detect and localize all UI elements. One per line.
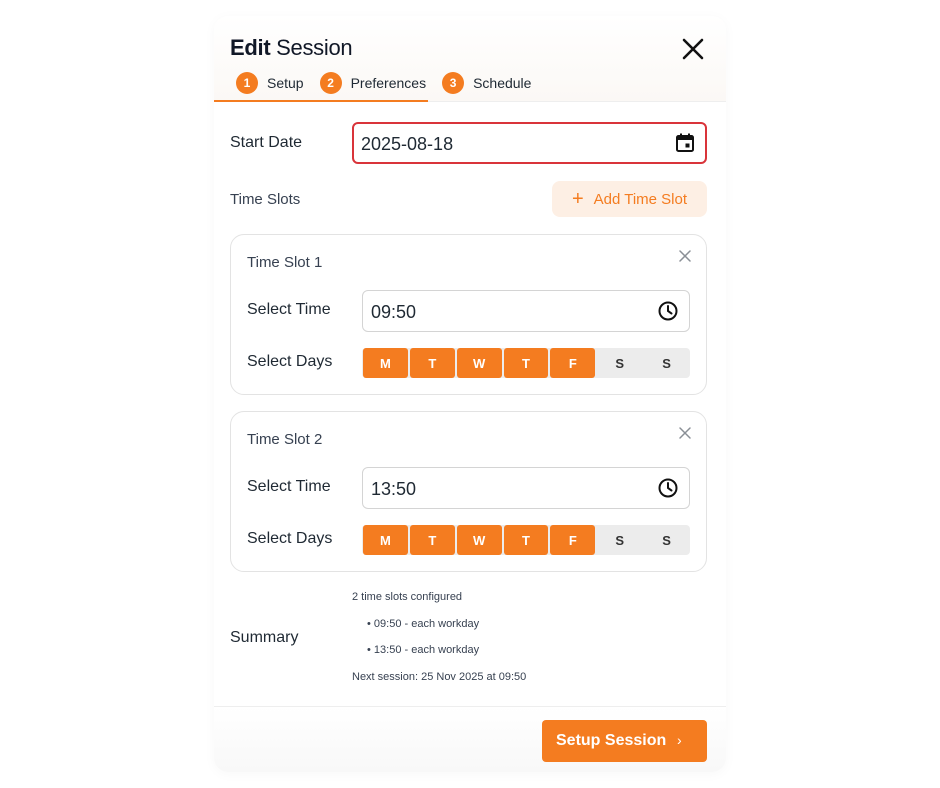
day-selector: M T W T F S S [362,525,690,555]
modal-title: Edit Session [230,35,353,60]
time-value: 09:50 [371,302,417,322]
day-toggle-sunday[interactable]: S [643,525,690,555]
tab-label: Preferences [350,75,427,91]
day-toggle-saturday[interactable]: S [596,525,643,555]
select-days-label: Select Days [247,530,333,547]
tab-label: Schedule [473,75,532,91]
select-time-label: Select Time [247,301,331,318]
summary-slot-item: • 13:50 - each workday [367,644,480,656]
tab-schedule[interactable]: 3 Schedule [442,72,531,94]
day-toggle-friday[interactable]: F [550,525,596,555]
time-slots-label: Time Slots [230,191,301,208]
edit-session-modal: Edit Session 1 Setup 2 Preferences 3 Sch… [214,16,726,772]
close-icon [682,38,704,60]
tab-label: Setup [267,75,304,91]
remove-slot-icon[interactable] [678,426,692,440]
remove-slot-icon[interactable] [678,249,692,263]
day-toggle-monday[interactable]: M [363,525,408,555]
day-toggle-sunday[interactable]: S [643,348,690,378]
start-date-value: 2025-08-18 [361,134,454,154]
summary-slot-count: 2 time slots configured [352,591,463,603]
day-toggle-monday[interactable]: M [363,348,408,378]
setup-session-button[interactable]: Setup Session › [542,720,707,762]
setup-session-label: Setup Session [556,732,667,749]
day-toggle-thursday[interactable]: T [503,348,549,378]
summary-label: Summary [230,629,299,646]
calendar-icon[interactable] [675,133,695,153]
time-value: 13:50 [371,479,417,499]
time-slot-card: Time Slot 1 Select Time 09:50 Select Day… [230,234,707,395]
day-toggle-wednesday[interactable]: W [456,525,502,555]
add-time-slot-button[interactable]: + Add Time Slot [552,181,707,217]
chevron-right-icon: › [677,732,682,748]
modal-header: Edit Session 1 Setup 2 Preferences 3 Sch… [214,16,726,102]
clock-icon[interactable] [658,478,678,498]
summary-slot-item: • 09:50 - each workday [367,618,480,630]
tab-preferences[interactable]: 2 Preferences [319,72,427,94]
time-slot-card: Time Slot 2 Select Time 13:50 Select Day… [230,411,707,572]
tab-setup[interactable]: 1 Setup [236,72,304,94]
day-toggle-thursday[interactable]: T [503,525,549,555]
day-toggle-tuesday[interactable]: T [409,525,455,555]
start-date-input[interactable]: 2025-08-18 [352,122,707,164]
plus-icon: + [571,188,584,210]
select-days-label: Select Days [247,353,333,370]
day-toggle-tuesday[interactable]: T [409,348,455,378]
day-selector: M T W T F S S [362,348,690,378]
step-number-badge: 3 [442,72,465,94]
day-toggle-friday[interactable]: F [550,348,596,378]
start-date-label: Start Date [230,134,303,151]
clock-icon[interactable] [658,301,678,321]
step-tabs: 1 Setup 2 Preferences 3 Schedule [236,72,547,94]
time-input[interactable]: 13:50 [362,467,690,509]
day-toggle-saturday[interactable]: S [596,348,643,378]
step-number-badge: 2 [319,72,342,94]
time-slot-title: Time Slot 2 [247,431,323,448]
day-toggle-wednesday[interactable]: W [456,348,502,378]
summary-next-session: Next session: 25 Nov 2025 at 09:50 [352,671,527,683]
step-number-badge: 1 [236,72,258,94]
active-tab-indicator [214,100,428,102]
time-input[interactable]: 09:50 [362,290,690,332]
add-time-slot-label: Add Time Slot [593,190,688,208]
select-time-label: Select Time [247,478,331,495]
close-button[interactable] [680,36,706,62]
time-slot-title: Time Slot 1 [247,254,323,271]
